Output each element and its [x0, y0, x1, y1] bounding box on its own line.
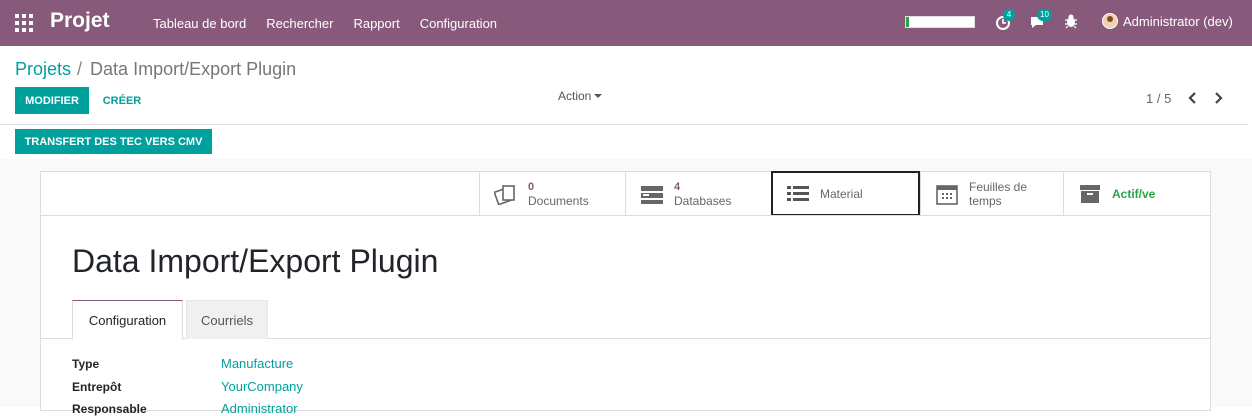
breadcrumb-separator: /: [77, 59, 83, 79]
field-label-type: Type: [72, 357, 100, 371]
edit-button[interactable]: MODIFIER: [15, 87, 89, 114]
menu-item-configuration[interactable]: Configuration: [410, 16, 507, 31]
active-toggle-button[interactable]: Actif/ve: [1063, 171, 1211, 216]
breadcrumb-current: Data Import/Export Plugin: [90, 59, 297, 79]
activity-icon[interactable]: 4: [995, 9, 1015, 31]
databases-count: 4: [674, 180, 681, 193]
documents-label: Documents: [528, 193, 589, 208]
action-dropdown[interactable]: Action: [558, 89, 603, 103]
user-name: Administrator (dev): [1123, 13, 1233, 29]
app-name: Projet: [50, 9, 110, 32]
breadcrumb-parent-link[interactable]: Projets: [15, 59, 71, 80]
notebook-tabs: Configuration Courriels: [40, 300, 1211, 340]
timesheets-smart-button[interactable]: Feuilles de temps: [920, 171, 1063, 216]
calendar-icon: [936, 184, 958, 205]
loading-progress-bar: [905, 16, 975, 28]
field-value-responsible[interactable]: Administrator: [221, 401, 298, 416]
create-button[interactable]: CRÉER: [95, 87, 149, 114]
pager-value[interactable]: 1 / 5: [1146, 91, 1171, 106]
field-label-responsible: Responsable: [72, 402, 147, 416]
field-value-warehouse[interactable]: YourCompany: [221, 379, 303, 394]
page-title: Data Import/Export Plugin: [72, 243, 439, 279]
database-icon: [641, 185, 663, 204]
documents-count: 0: [528, 180, 535, 193]
menu-item-search[interactable]: Rechercher: [256, 16, 343, 31]
control-panel-divider: [0, 124, 1248, 125]
archive-icon: [1080, 184, 1100, 203]
tab-configuration[interactable]: Configuration: [72, 300, 183, 340]
avatar: [1102, 13, 1118, 29]
button-box-divider: [40, 215, 1211, 216]
activity-count-badge: 4: [1003, 9, 1015, 21]
databases-label: Databases: [674, 193, 732, 208]
caret-down-icon: [594, 94, 603, 98]
smart-button-box: 0 Documents 4 Databases Material Feuilles …: [479, 171, 1211, 216]
user-menu[interactable]: Administrator (dev): [1102, 13, 1233, 29]
action-label: Action: [558, 89, 592, 103]
transfer-tec-cmv-button[interactable]: TRANSFERT DES TEC VERS CMV: [15, 129, 212, 154]
tab-courriels[interactable]: Courriels: [186, 300, 268, 339]
documents-icon: [494, 184, 515, 205]
material-label: Material: [820, 186, 863, 201]
main-menu: Tableau de bord Rechercher Rapport Confi…: [143, 0, 507, 46]
timesheets-label: Feuilles de temps: [969, 179, 1028, 208]
messages-icon[interactable]: 10: [1029, 9, 1052, 31]
progress-fill: [906, 17, 910, 27]
messages-count-badge: 10: [1037, 9, 1052, 21]
list-icon: [787, 185, 809, 201]
apps-menu-icon[interactable]: [15, 14, 33, 32]
breadcrumb: Projets / Data Import/Export Plugin: [15, 59, 296, 80]
field-value-type[interactable]: Manufacture: [221, 356, 293, 371]
menu-item-report[interactable]: Rapport: [343, 16, 409, 31]
field-label-warehouse: Entrepôt: [72, 380, 122, 394]
active-label: Actif/ve: [1112, 186, 1156, 201]
pager-previous-icon[interactable]: [1186, 90, 1200, 106]
menu-item-dashboard[interactable]: Tableau de bord: [143, 16, 256, 31]
material-smart-button[interactable]: Material: [771, 171, 920, 216]
pager-next-icon[interactable]: [1213, 90, 1227, 106]
debug-bug-icon[interactable]: [1064, 13, 1082, 31]
databases-smart-button[interactable]: 4 Databases: [625, 171, 771, 216]
documents-smart-button[interactable]: 0 Documents: [479, 171, 625, 216]
